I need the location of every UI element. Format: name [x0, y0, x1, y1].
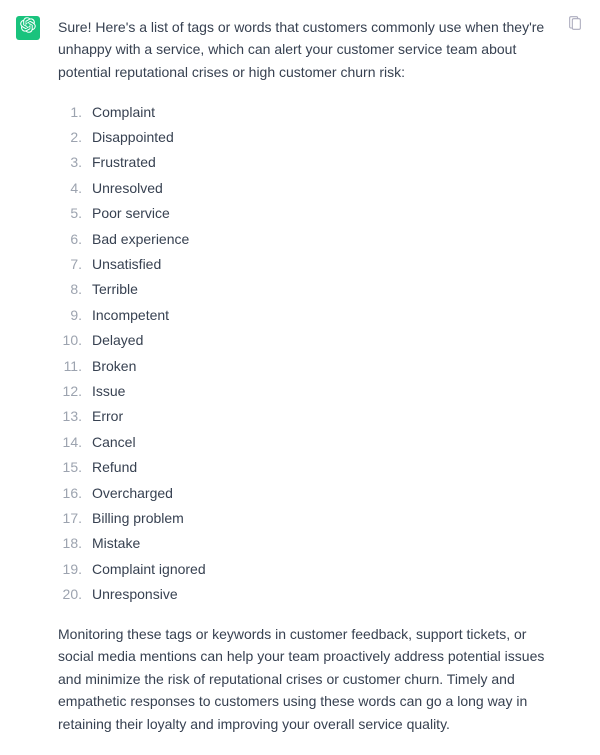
list-item: Complaint ignored	[58, 556, 554, 581]
openai-logo-icon	[20, 17, 36, 39]
tag-text: Disappointed	[92, 126, 174, 148]
clipboard-icon	[567, 20, 583, 35]
tag-text: Frustrated	[92, 151, 156, 173]
list-item: Terrible	[58, 277, 554, 302]
list-item: Bad experience	[58, 226, 554, 251]
list-item: Incompetent	[58, 302, 554, 327]
outro-paragraph: Monitoring these tags or keywords in cus…	[58, 623, 554, 735]
list-item: Unresponsive	[58, 582, 554, 607]
tags-ordered-list: Complaint Disappointed Frustrated Unresolve…	[58, 99, 554, 607]
list-item: Broken	[58, 353, 554, 378]
list-item: Billing problem	[58, 505, 554, 530]
tag-text: Poor service	[92, 202, 170, 224]
tag-text: Broken	[92, 355, 136, 377]
tag-text: Incompetent	[92, 304, 169, 326]
tag-text: Mistake	[92, 532, 140, 554]
tag-text: Refund	[92, 456, 137, 478]
list-item: Unsatisfied	[58, 252, 554, 277]
tag-text: Terrible	[92, 278, 138, 300]
list-item: Overcharged	[58, 480, 554, 505]
tag-text: Issue	[92, 380, 125, 402]
tag-text: Error	[92, 405, 123, 427]
copy-button[interactable]	[566, 16, 584, 34]
tag-text: Overcharged	[92, 482, 173, 504]
list-item: Frustrated	[58, 150, 554, 175]
intro-paragraph: Sure! Here's a list of tags or words tha…	[58, 16, 554, 83]
tag-text: Unresolved	[92, 177, 163, 199]
assistant-message: Sure! Here's a list of tags or words tha…	[0, 0, 600, 755]
tag-text: Unresponsive	[92, 583, 178, 605]
list-item: Poor service	[58, 201, 554, 226]
list-item: Complaint	[58, 99, 554, 124]
list-item: Mistake	[58, 531, 554, 556]
list-item: Refund	[58, 455, 554, 480]
list-item: Unresolved	[58, 175, 554, 200]
tag-text: Billing problem	[92, 507, 184, 529]
list-item: Issue	[58, 378, 554, 403]
message-content: Sure! Here's a list of tags or words tha…	[58, 16, 584, 735]
list-item: Delayed	[58, 328, 554, 353]
tag-text: Complaint	[92, 101, 155, 123]
tag-text: Bad experience	[92, 228, 189, 250]
tag-text: Cancel	[92, 431, 136, 453]
tag-text: Unsatisfied	[92, 253, 161, 275]
tag-text: Delayed	[92, 329, 143, 351]
list-item: Cancel	[58, 429, 554, 454]
list-item: Error	[58, 404, 554, 429]
assistant-avatar	[16, 16, 40, 40]
tag-text: Complaint ignored	[92, 558, 206, 580]
list-item: Disappointed	[58, 125, 554, 150]
